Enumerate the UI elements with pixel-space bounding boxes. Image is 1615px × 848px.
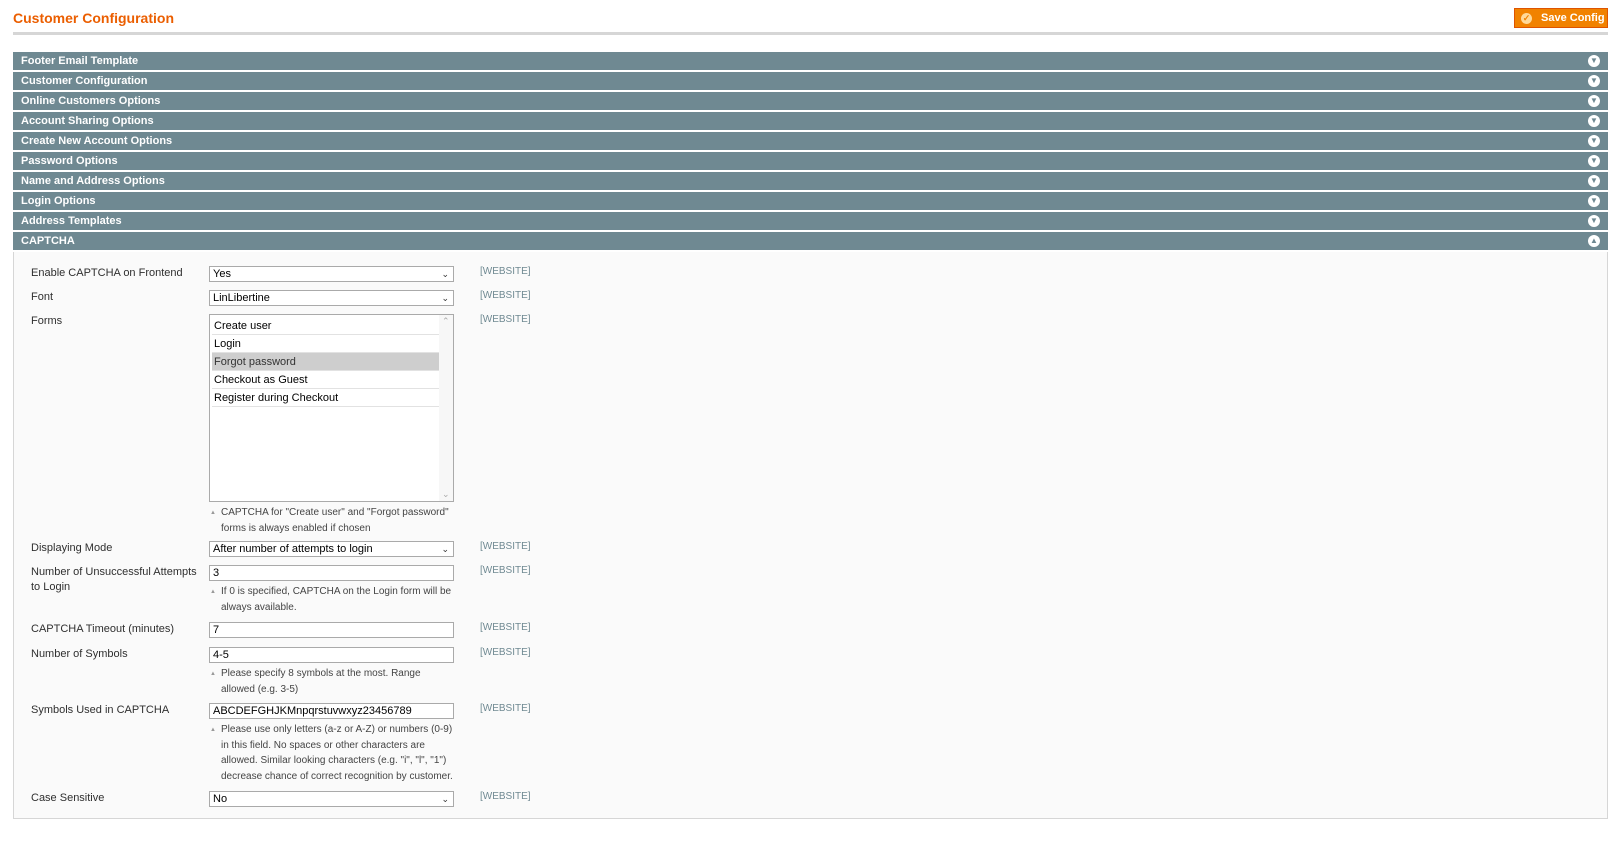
chevron-down-icon: ⌄ xyxy=(441,544,449,554)
chevron-down-circle-icon[interactable]: ▼ xyxy=(1588,75,1600,87)
forms-option-login[interactable]: Login xyxy=(212,335,439,353)
section-online-customers-options[interactable]: Online Customers Options ▼ xyxy=(13,92,1608,112)
chevron-down-circle-icon[interactable]: ▼ xyxy=(1588,195,1600,207)
chevron-up-circle-icon[interactable]: ▲ xyxy=(1588,235,1600,247)
field-label: Number of Symbols xyxy=(31,648,128,660)
number-of-symbols-input[interactable]: 4-5 xyxy=(209,647,454,663)
field-label: Displaying Mode xyxy=(31,542,113,554)
forms-option-register-during-checkout[interactable]: Register during Checkout xyxy=(212,389,439,407)
section-label: Create New Account Options xyxy=(21,135,173,147)
chevron-down-circle-icon[interactable]: ▼ xyxy=(1588,135,1600,147)
section-create-new-account-options[interactable]: Create New Account Options ▼ xyxy=(13,132,1608,152)
scope-label: [WEBSITE] xyxy=(480,791,531,802)
chevron-down-circle-icon[interactable]: ▼ xyxy=(1588,115,1600,127)
scope-label: [WEBSITE] xyxy=(480,703,531,714)
field-label: Enable CAPTCHA on Frontend xyxy=(31,267,183,279)
attempts-input[interactable]: 3 xyxy=(209,565,454,581)
section-label: Name and Address Options xyxy=(21,175,165,187)
chevron-down-circle-icon[interactable]: ▼ xyxy=(1588,95,1600,107)
select-value: After number of attempts to login xyxy=(213,543,373,555)
select-value: No xyxy=(213,793,228,805)
enable-captcha-select[interactable]: Yes ⌄ xyxy=(209,266,454,282)
select-value: LinLibertine xyxy=(213,292,270,304)
scope-label: [WEBSITE] xyxy=(480,290,531,301)
field-label: Font xyxy=(31,291,54,303)
forms-option-create-user[interactable]: Create user xyxy=(212,317,439,335)
field-label: CAPTCHA Timeout (minutes) xyxy=(31,623,175,635)
chevron-down-circle-icon[interactable]: ▼ xyxy=(1588,155,1600,167)
scope-label: [WEBSITE] xyxy=(480,565,531,576)
save-config-label: Save Config xyxy=(1541,12,1605,24)
save-config-button[interactable]: ✓ Save Config xyxy=(1514,8,1608,28)
field-label: Symbols Used in CAPTCHA xyxy=(31,704,170,716)
scope-label: [WEBSITE] xyxy=(480,622,531,633)
section-account-sharing-options[interactable]: Account Sharing Options ▼ xyxy=(13,112,1608,132)
forms-option-forgot-password[interactable]: Forgot password xyxy=(212,353,439,371)
field-label: Case Sensitive xyxy=(31,792,105,804)
section-label: Customer Configuration xyxy=(21,75,148,87)
scope-label: [WEBSITE] xyxy=(480,266,531,277)
section-login-options[interactable]: Login Options ▼ xyxy=(13,192,1608,212)
symbols-used-input[interactable]: ABCDEFGHJKMnpqrstuvwxyz23456789 xyxy=(209,703,454,719)
page-title: Customer Configuration xyxy=(13,10,174,26)
section-label: Login Options xyxy=(21,195,96,207)
field-note: Please specify 8 symbols at the most. Ra… xyxy=(209,666,454,697)
captcha-fieldset: Enable CAPTCHA on Frontend Yes ⌄ [WEBSITE… xyxy=(13,252,1608,819)
select-value: Yes xyxy=(213,268,231,280)
field-note: CAPTCHA for "Create user" and "Forgot pa… xyxy=(209,505,454,536)
section-label: Online Customers Options xyxy=(21,95,161,107)
scope-label: [WEBSITE] xyxy=(480,647,531,658)
section-label: Password Options xyxy=(21,155,118,167)
timeout-input[interactable]: 7 xyxy=(209,622,454,638)
checkmark-icon: ✓ xyxy=(1521,12,1532,24)
section-label: Account Sharing Options xyxy=(21,115,154,127)
field-label: Number of Unsuccessful Attempts to Login xyxy=(31,566,197,593)
field-label: Forms xyxy=(31,315,63,327)
displaying-mode-select[interactable]: After number of attempts to login ⌄ xyxy=(209,541,454,557)
scope-label: [WEBSITE] xyxy=(480,314,531,325)
case-sensitive-select[interactable]: No ⌄ xyxy=(209,791,454,807)
field-note: If 0 is specified, CAPTCHA on the Login … xyxy=(209,584,454,615)
section-password-options[interactable]: Password Options ▼ xyxy=(13,152,1608,172)
chevron-down-icon: ⌄ xyxy=(441,293,449,303)
scroll-up-icon[interactable]: ⌃ xyxy=(442,316,450,327)
section-address-templates[interactable]: Address Templates ▼ xyxy=(13,212,1608,232)
config-sections: Footer Email Template ▼ Customer Configur… xyxy=(13,52,1608,819)
chevron-down-circle-icon[interactable]: ▼ xyxy=(1588,215,1600,227)
forms-multiselect[interactable]: Create user Login Forgot password Checko… xyxy=(209,314,454,502)
scrollbar[interactable]: ⌃ ⌄ xyxy=(439,315,453,501)
section-label: Footer Email Template xyxy=(21,55,139,67)
chevron-down-icon: ⌄ xyxy=(441,794,449,804)
section-label: Address Templates xyxy=(21,215,122,227)
scope-label: [WEBSITE] xyxy=(480,541,531,552)
field-note: Please use only letters (a-z or A-Z) or … xyxy=(209,722,454,784)
title-divider xyxy=(13,32,1608,35)
chevron-down-circle-icon[interactable]: ▼ xyxy=(1588,55,1600,67)
section-name-and-address-options[interactable]: Name and Address Options ▼ xyxy=(13,172,1608,192)
chevron-down-icon: ⌄ xyxy=(441,269,449,279)
font-select[interactable]: LinLibertine ⌄ xyxy=(209,290,454,306)
chevron-down-circle-icon[interactable]: ▼ xyxy=(1588,175,1600,187)
section-captcha[interactable]: CAPTCHA ▲ xyxy=(13,232,1608,252)
section-customer-configuration[interactable]: Customer Configuration ▼ xyxy=(13,72,1608,92)
scroll-down-icon[interactable]: ⌄ xyxy=(442,489,450,500)
section-label: CAPTCHA xyxy=(21,235,75,247)
forms-option-checkout-as-guest[interactable]: Checkout as Guest xyxy=(212,371,439,389)
section-footer-email-template[interactable]: Footer Email Template ▼ xyxy=(13,52,1608,72)
